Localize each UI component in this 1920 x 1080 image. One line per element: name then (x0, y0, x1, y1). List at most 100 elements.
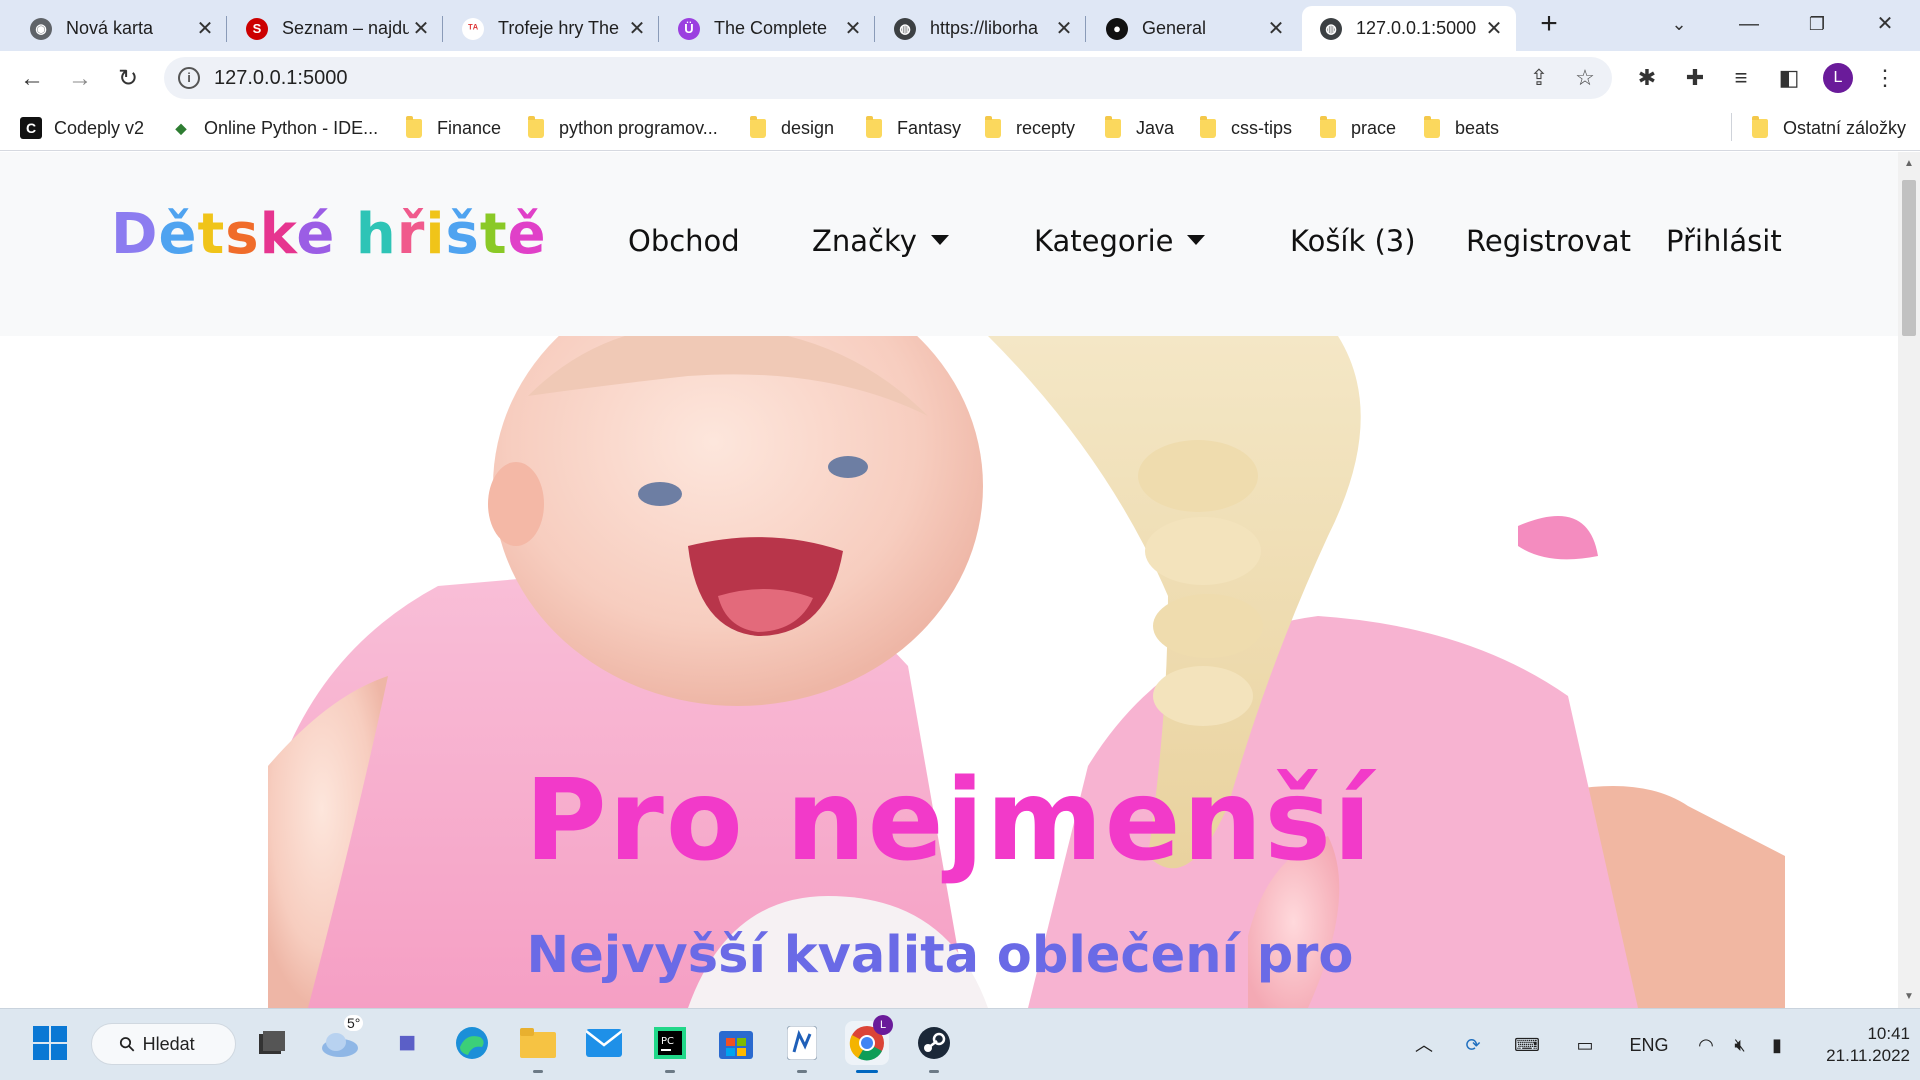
bookmark-label: Finance (437, 117, 502, 138)
display-icon[interactable]: ▭ (1570, 1031, 1600, 1059)
tab-trofeje[interactable]: ᵀᴬ Trofeje hry The ✕ (444, 6, 659, 51)
caret-down-icon (930, 235, 949, 245)
back-icon[interactable]: ← (16, 63, 48, 95)
menu-kebab-icon[interactable]: ⋮ (1870, 63, 1900, 93)
globe-icon: ◍ (1320, 17, 1342, 40)
scrollbar-thumb[interactable] (1902, 180, 1916, 336)
tab-search-icon[interactable]: ⌄ (1650, 4, 1708, 44)
steam-icon[interactable] (912, 1021, 956, 1073)
restore-icon[interactable]: ❐ (1788, 4, 1846, 44)
bookmark-folder-fantasy[interactable]: Fantasy (866, 115, 961, 141)
keyboard-icon[interactable]: ⌨ (1512, 1031, 1542, 1059)
bookmark-label: design (781, 117, 835, 138)
media-control-icon[interactable]: ≡ (1726, 63, 1756, 93)
bookmark-folder-java[interactable]: Java (1105, 115, 1174, 141)
page-scrollbar[interactable]: ▲ ▼ (1898, 152, 1920, 1008)
close-icon[interactable]: ✕ (625, 17, 649, 41)
bookmark-codeply[interactable]: C Codeply v2 (20, 115, 144, 141)
reload-icon[interactable]: ↻ (112, 63, 144, 95)
scroll-down-icon[interactable]: ▼ (1903, 991, 1915, 1002)
close-icon[interactable]: ✕ (841, 17, 865, 41)
wifi-icon[interactable]: ◠ (1692, 1031, 1720, 1059)
notepad-app-icon[interactable] (780, 1021, 824, 1073)
bookmark-label: css-tips (1231, 117, 1293, 138)
bookmark-folder-beats[interactable]: beats (1424, 115, 1499, 141)
minimize-icon[interactable]: — (1720, 4, 1778, 44)
bookmark-label: python programov... (559, 117, 718, 138)
edge-browser-icon[interactable] (450, 1021, 494, 1065)
speaker-muted-icon[interactable]: 🔇︎ (1726, 1031, 1754, 1059)
logo-letter: i (425, 202, 446, 267)
bookmark-folder-prace[interactable]: prace (1320, 115, 1396, 141)
nav-register[interactable]: Registrovat (1466, 224, 1631, 258)
bookmark-star-icon[interactable]: ☆ (1572, 65, 1598, 91)
language-indicator[interactable]: ENG (1626, 1031, 1672, 1059)
bookmark-folder-css-tips[interactable]: css-tips (1200, 115, 1292, 141)
bookmark-folder-finance[interactable]: Finance (406, 115, 501, 141)
weather-widget-icon[interactable]: 5° (318, 1015, 364, 1065)
sync-icon[interactable]: ⟳ (1458, 1031, 1488, 1059)
extensions-puzzle-icon[interactable]: ✚ (1680, 63, 1710, 93)
logo-letter: s (225, 202, 260, 267)
search-label: Hledat (142, 1033, 195, 1054)
system-clock[interactable]: 10:41 21.11.2022 (1810, 1023, 1910, 1067)
nav-login[interactable]: Přihlásit (1666, 224, 1782, 258)
close-icon[interactable]: ✕ (1482, 17, 1506, 41)
page-viewport: Dětské hřiště Obchod Značky Kategorie Ko… (0, 152, 1920, 1008)
nav-shop[interactable]: Obchod (628, 224, 740, 258)
forward-icon[interactable]: → (64, 63, 96, 95)
mail-icon[interactable] (582, 1021, 626, 1065)
microsoft-store-icon[interactable] (714, 1021, 758, 1065)
profile-avatar[interactable]: L (1823, 63, 1853, 93)
scroll-up-icon[interactable]: ▲ (1903, 158, 1915, 169)
nav-brands-dropdown[interactable]: Značky (812, 224, 949, 258)
extension-bug-icon[interactable]: ✱ (1632, 63, 1662, 93)
close-icon[interactable]: ✕ (193, 17, 217, 41)
tab-localhost[interactable]: ◍ 127.0.0.1:5000 ✕ (1302, 6, 1516, 51)
share-icon[interactable]: ⇪ (1526, 65, 1552, 91)
bookmarks-bar: C Codeply v2 ◆ Online Python - IDE... Fi… (0, 105, 1920, 151)
logo-letter (335, 202, 356, 267)
bookmark-label: beats (1455, 117, 1500, 138)
chrome-profile-badge: L (873, 1015, 893, 1035)
site-info-icon[interactable]: i (178, 67, 200, 89)
windows-start-icon[interactable] (28, 1021, 72, 1065)
taskbar-search[interactable]: ⚲ Hledat (91, 1023, 236, 1065)
address-bar[interactable]: i 127.0.0.1:5000 ⇪ ☆ (164, 57, 1612, 99)
nav-categories-dropdown[interactable]: Kategorie (1034, 224, 1206, 258)
tab-the-complete[interactable]: Ü The Complete ✕ (660, 6, 875, 51)
side-panel-icon[interactable]: ◧ (1774, 63, 1804, 93)
new-tab-button[interactable]: + (1533, 9, 1565, 41)
url-text[interactable]: 127.0.0.1:5000 (214, 67, 347, 90)
nav-cart[interactable]: Košík (3) (1290, 224, 1416, 258)
bookmark-other[interactable]: Ostatní záložky (1752, 115, 1906, 141)
logo-letter: š (445, 202, 480, 267)
logo-letter: é (296, 202, 336, 267)
window-close-icon[interactable]: ✕ (1856, 4, 1914, 44)
bookmark-folder-python[interactable]: python programov... (528, 115, 718, 141)
logo-letter: ě (507, 202, 547, 267)
bookmark-folder-design[interactable]: design (750, 115, 834, 141)
bookmark-folder-recepty[interactable]: recepty (985, 115, 1075, 141)
tab-seznam[interactable]: S Seznam – najdu ✕ (228, 6, 443, 51)
close-icon[interactable]: ✕ (1264, 17, 1288, 41)
site-logo[interactable]: Dětské hřiště (111, 202, 547, 267)
close-icon[interactable]: ✕ (409, 17, 433, 41)
tab-liborha[interactable]: ◍ https://liborha ✕ (876, 6, 1086, 51)
tray-overflow-chevron-icon[interactable]: ︿ (1412, 1031, 1436, 1059)
tab-github-general[interactable]: ● General ✕ (1088, 6, 1298, 51)
svg-text:PC: PC (661, 1036, 674, 1047)
pycharm-icon[interactable]: PC (648, 1021, 692, 1073)
bookmark-online-python[interactable]: ◆ Online Python - IDE... (170, 115, 378, 141)
teams-chat-icon[interactable]: ■ (385, 1021, 429, 1065)
battery-icon[interactable]: ▮ (1762, 1031, 1792, 1059)
folder-icon (1424, 115, 1440, 138)
close-icon[interactable]: ✕ (1052, 17, 1076, 41)
task-view-icon[interactable] (250, 1021, 294, 1065)
bookmark-label: Fantasy (897, 117, 962, 138)
hero-section: Pro nejmenší Nejvyšší kvalita oblečení p… (0, 336, 1898, 1008)
globe-icon: ◍ (894, 17, 916, 40)
tab-new-tab[interactable]: ◉ Nová karta ✕ (12, 6, 227, 51)
chrome-taskbar-icon[interactable]: L (845, 1015, 893, 1073)
file-explorer-icon[interactable] (516, 1021, 560, 1073)
